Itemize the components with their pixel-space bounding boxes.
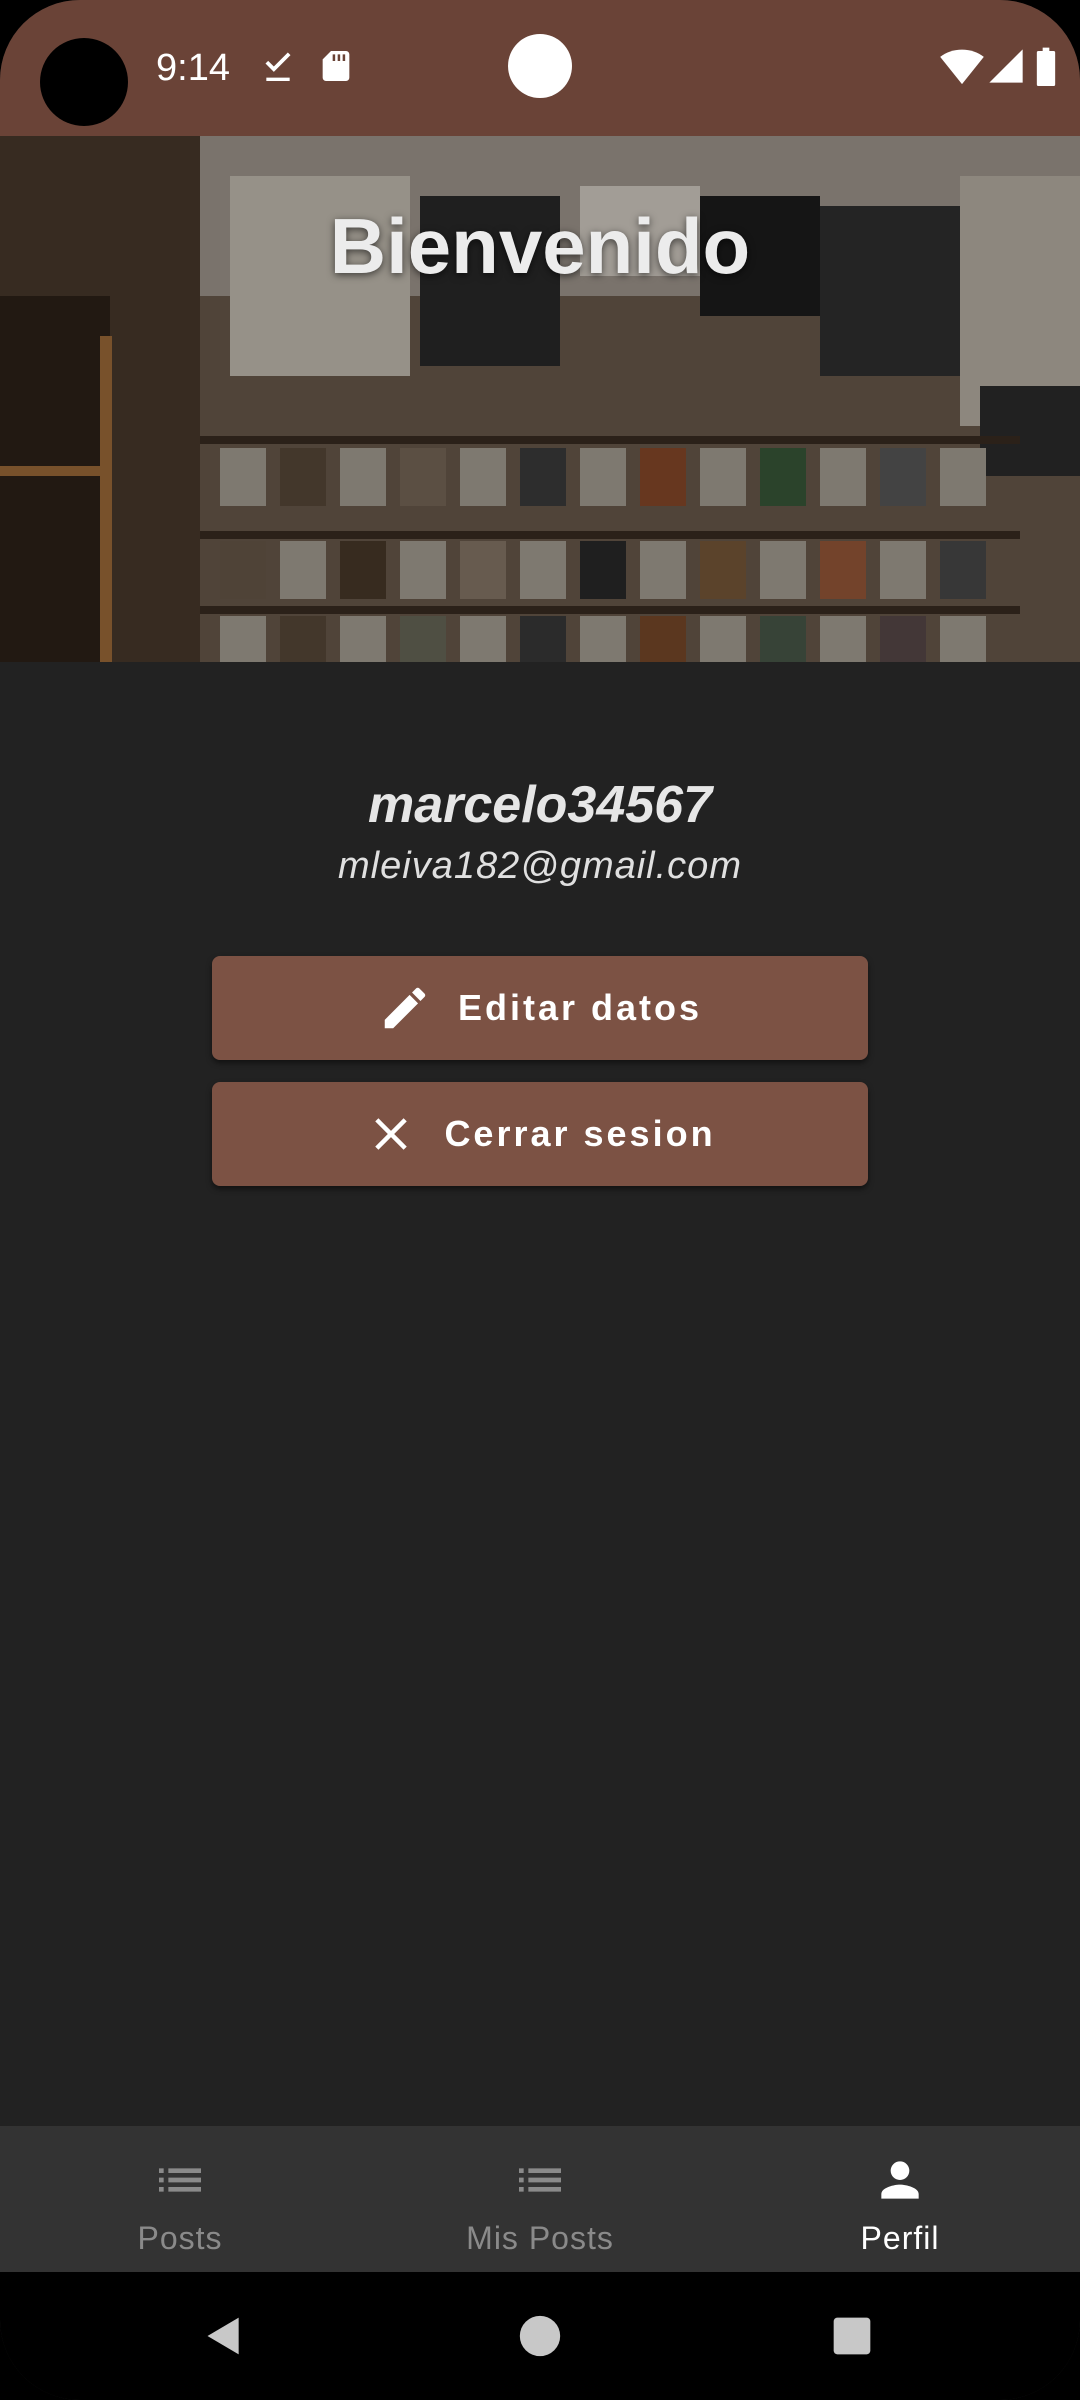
sd-card-icon xyxy=(322,51,350,81)
front-sensor xyxy=(508,34,572,98)
user-email: mleiva182@gmail.com xyxy=(338,845,742,887)
system-navigation-bar xyxy=(0,2272,1080,2400)
username: marcelo34567 xyxy=(367,776,713,834)
camera-cutout xyxy=(40,38,128,126)
bottom-navigation: Posts Mis Posts Perfil xyxy=(0,2126,1080,2272)
nav-item-posts[interactable]: Posts xyxy=(0,2126,360,2272)
list-icon xyxy=(159,2168,201,2192)
nav-label-perfil: Perfil xyxy=(860,2220,940,2256)
check-download-icon xyxy=(265,52,291,81)
signal-icon xyxy=(989,49,1023,83)
header-banner: Bienvenido xyxy=(0,136,1080,662)
logout-button[interactable]: Cerrar sesion xyxy=(212,1082,868,1186)
battery-icon xyxy=(1036,47,1056,86)
back-icon[interactable] xyxy=(202,2314,246,2358)
app-screen: 9:14 Bienvenido marcelo34567 mleiva182@g… xyxy=(0,0,1080,2400)
status-bar: 9:14 xyxy=(0,0,1080,136)
home-icon[interactable] xyxy=(518,2314,562,2358)
pencil-icon xyxy=(384,987,426,1029)
person-icon xyxy=(881,2161,919,2199)
nav-label-mis-posts: Mis Posts xyxy=(466,2220,614,2256)
close-icon xyxy=(375,1118,408,1150)
edit-profile-label: Editar datos xyxy=(457,987,703,1028)
status-time: 9:14 xyxy=(156,47,230,89)
edit-profile-button[interactable]: Editar datos xyxy=(212,956,868,1060)
nav-item-mis-posts[interactable]: Mis Posts xyxy=(360,2126,720,2272)
logout-label: Cerrar sesion xyxy=(444,1113,716,1154)
wifi-icon xyxy=(940,49,984,85)
nav-item-perfil[interactable]: Perfil xyxy=(720,2126,1080,2272)
list-icon xyxy=(519,2168,561,2192)
nav-label-posts: Posts xyxy=(137,2220,223,2256)
page-title: Bienvenido xyxy=(329,202,751,290)
recents-icon[interactable] xyxy=(830,2314,874,2358)
